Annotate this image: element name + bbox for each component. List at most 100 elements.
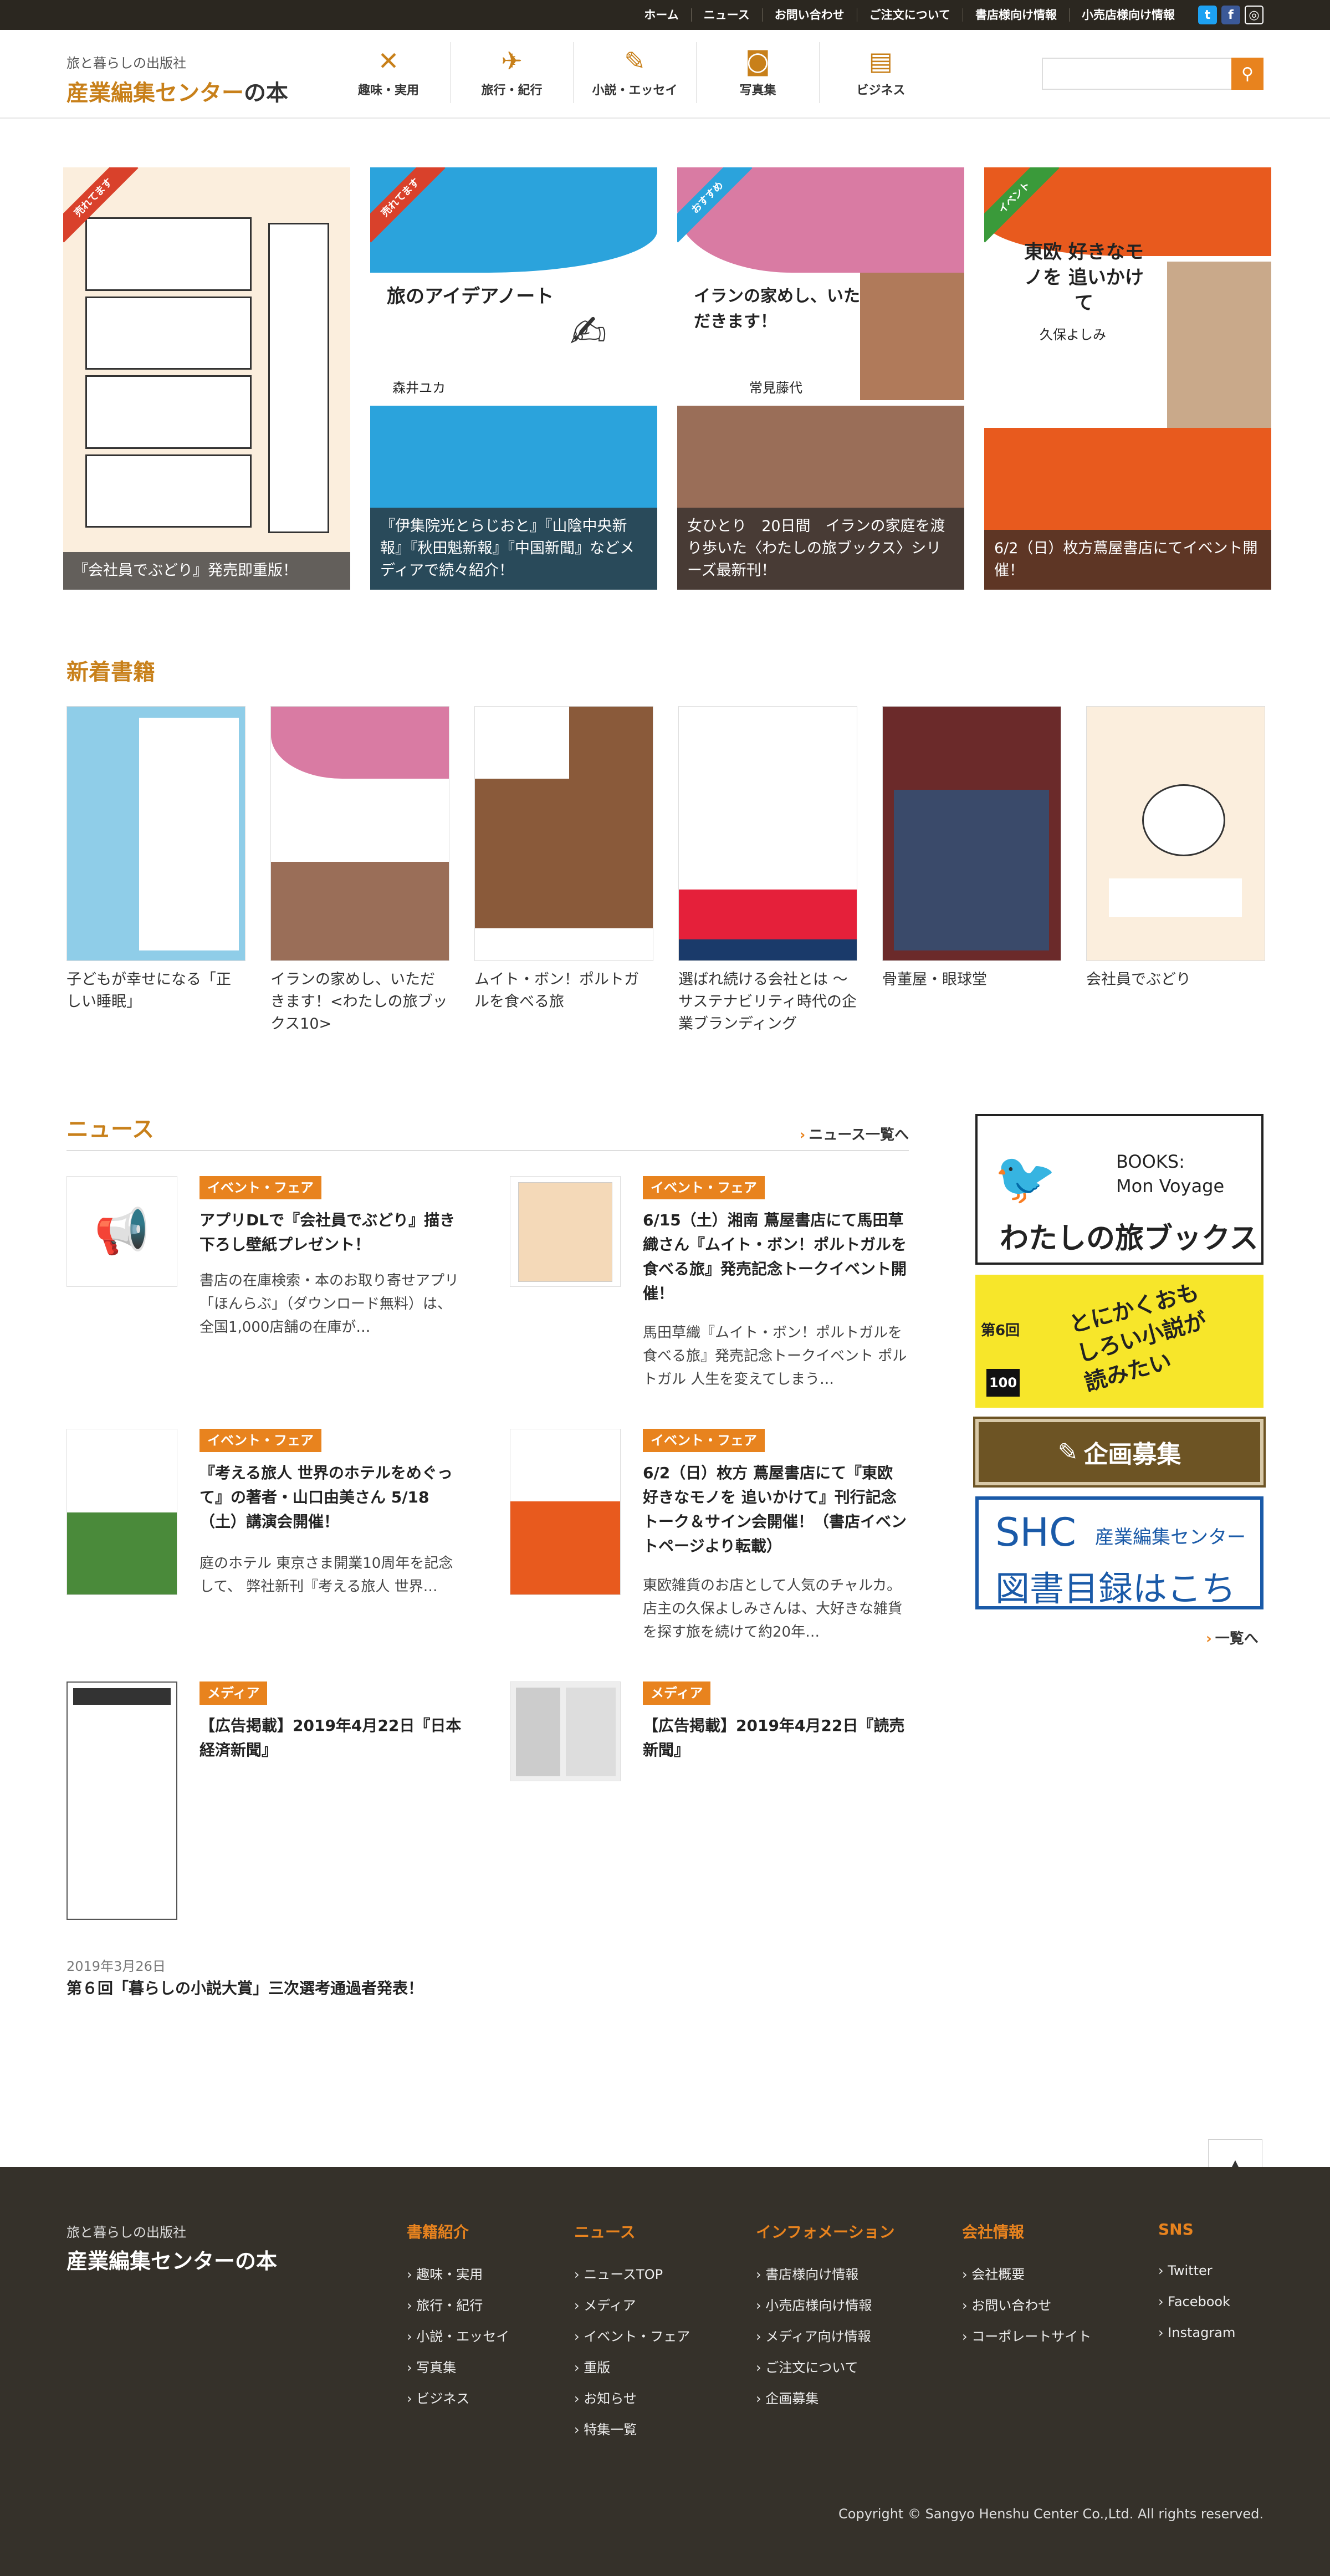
search-button[interactable]: ⚲ (1231, 58, 1264, 90)
search-icon: ⚲ (1241, 64, 1254, 83)
footer-link[interactable]: › メディア (574, 2290, 690, 2321)
news-item[interactable]: イベント・フェア 6/2（日）枚方 蔦屋書店にて『東欧 好きなモノを 追いかけて… (510, 1429, 909, 1640)
cover-author: 常見藤代 (749, 380, 802, 396)
footer-link[interactable]: › ご注文について (756, 2352, 895, 2383)
hero-slide[interactable]: 売れてます 旅のアイデアノート ✍ 森井ユカ 『伊集院光とらじおと』『山陰中央新… (370, 167, 657, 590)
news-thumbnail (510, 1681, 621, 1781)
book-card[interactable]: 骨董屋・眼球堂 (882, 706, 1061, 1035)
hero-slide[interactable]: 売れてます 『会社員でぶどり』発売即重版！ (63, 167, 350, 590)
news-item[interactable]: イベント・フェア 6/15（土）湘南 蔦屋書店にて馬田草織さん『ムイト・ボン！ポ… (510, 1176, 909, 1388)
footer-link[interactable]: › 企画募集 (756, 2383, 895, 2414)
book-card[interactable]: ムイト・ボン！ポルトガルを食べる旅 (474, 706, 653, 1035)
book-card[interactable]: イランの家めし、いただきます！<わたしの旅ブックス10> (270, 706, 449, 1035)
cover-title: イランの家めし、いただきます！ (694, 287, 860, 331)
hero-slide[interactable]: イベント 東欧 好きなモノを 追いかけて 久保よしみ 6/2（日）枚方蔦屋書店に… (984, 167, 1271, 590)
footer-link[interactable]: › お知らせ (574, 2383, 690, 2414)
footer-link[interactable]: › 重版 (574, 2352, 690, 2383)
site-footer: 旅と暮らしの出版社 産業編集センターの本 書籍紹介 › 趣味・実用 › 旅行・紀… (0, 2167, 1330, 2576)
news-item[interactable]: イベント・フェア 『考える旅人 世界のホテルをめぐって』の著者・山口由美さん 5… (66, 1429, 466, 1606)
banner-proposal[interactable]: ✎ 企画募集 (973, 1417, 1266, 1488)
footer-link[interactable]: › 小売店様向け情報 (756, 2290, 895, 2321)
site-logo[interactable]: 旅と暮らしの出版社 産業編集センターの本 (66, 52, 288, 107)
news-category-tag: メディア (643, 1681, 711, 1705)
footer-link[interactable]: › ビジネス (407, 2383, 509, 2414)
topbar-link-home[interactable]: ホーム (632, 8, 690, 22)
chevron-right-icon: › (1206, 1631, 1212, 1647)
twitter-icon[interactable]: t (1198, 6, 1217, 24)
footer-link[interactable]: › お問い合わせ (962, 2290, 1091, 2321)
brand-tagline: 旅と暮らしの出版社 (66, 55, 186, 71)
book-cover (882, 706, 1061, 961)
slide-caption: 『伊集院光とらじおと』『山陰中央新報』『秋田魁新報』『中国新聞』などメディアで続… (370, 508, 657, 590)
topbar-link-contact[interactable]: お問い合わせ (761, 8, 857, 22)
thumbnail-newspaper (516, 1688, 560, 1776)
footer-link[interactable]: › メディア向け情報 (756, 2321, 895, 2352)
prize-badge: 100 (986, 1369, 1020, 1397)
instagram-icon[interactable]: ◎ (1245, 6, 1264, 24)
topbar-link-news[interactable]: ニュース (690, 8, 762, 22)
footer-link-facebook[interactable]: › Facebook (1158, 2286, 1235, 2317)
footer-link[interactable]: › 写真集 (407, 2352, 509, 2383)
prize-edition: 第6回 (981, 1322, 1020, 1339)
banner-proposal-text: 企画募集 (1083, 1440, 1181, 1469)
airplane-icon: ✈ (501, 46, 523, 76)
facebook-icon[interactable]: f (1221, 6, 1240, 24)
footer-column-books: 書籍紹介 › 趣味・実用 › 旅行・紀行 › 小説・エッセイ › 写真集 › ビ… (407, 2220, 509, 2414)
footer-link[interactable]: › 小説・エッセイ (407, 2321, 509, 2352)
banner-mon-voyage[interactable]: 🐦 BOOKS: Mon Voyage わたしの旅ブックス (975, 1114, 1264, 1265)
footer-link[interactable]: › 書店様向け情報 (756, 2259, 895, 2290)
footer-link-twitter[interactable]: › Twitter (1158, 2255, 1235, 2286)
book-cover (1086, 706, 1265, 961)
news-thumbnail (66, 1681, 177, 1920)
cover-text-panel (1109, 878, 1242, 917)
hero-slide[interactable]: おすすめ イランの家めし、いただきます！ 常見藤代 女ひとり 20日間 イランの… (677, 167, 964, 590)
footer-link[interactable]: › コーポレートサイト (962, 2321, 1091, 2352)
topbar-link-bookstore[interactable]: 書店様向け情報 (963, 8, 1069, 22)
book-card[interactable]: 子どもが幸せになる「正しい睡眠」 (66, 706, 245, 1035)
cover-title: 東欧 好きなモノを 追いかけて (1024, 241, 1144, 314)
news-category-tag: イベント・フェア (643, 1429, 765, 1452)
footer-column-heading: ニュース (574, 2223, 636, 2241)
sidebar-more-link[interactable]: › 一覧へ (1206, 1627, 1259, 1648)
footer-link[interactable]: › 会社概要 (962, 2259, 1091, 2290)
news-text-link[interactable]: 第６回「暮らしの小説大賞」三次選考通過者発表！ (66, 1976, 423, 1999)
search-input[interactable] (1042, 58, 1231, 90)
nav-item-photo[interactable]: ◙ 写真集 (696, 42, 819, 103)
nav-item-travel[interactable]: ✈ 旅行・紀行 (450, 42, 573, 103)
topbar-link-order[interactable]: ご注文について (856, 8, 963, 22)
footer-logo[interactable]: 旅と暮らしの出版社 産業編集センターの本 (66, 2221, 277, 2275)
cover-illustration (894, 790, 1049, 950)
nav-item-hobby[interactable]: ✕ 趣味・実用 (327, 42, 450, 103)
footer-column-sns: SNS › Twitter › Facebook › Instagram (1158, 2220, 1235, 2348)
banner-catalog[interactable]: SHC 産業編集センター 図書目録はこちら (975, 1496, 1264, 1609)
news-item[interactable]: 📢 イベント・フェア アプリDLで『会社員でぶどり』描き下ろし壁紙プレゼント！ … (66, 1176, 466, 1353)
news-thumbnail (66, 1429, 177, 1595)
news-title: 【広告掲載】2019年4月22日『日本経済新聞』 (200, 1716, 462, 1759)
cover-footer-panel (475, 928, 653, 960)
banner-novel-prize[interactable]: 第6回 とにかくおもしろい小説が読みたい 100 (975, 1275, 1264, 1408)
cover-navy-band (679, 939, 857, 960)
book-card[interactable]: 選ばれ続ける会社とは 〜サステナビリティ時代の企業ブランディング (678, 706, 857, 1035)
footer-link[interactable]: › イベント・フェア (574, 2321, 690, 2352)
footer-link-instagram[interactable]: › Instagram (1158, 2317, 1235, 2348)
footer-link[interactable]: › 特集一覧 (574, 2414, 690, 2445)
book-card[interactable]: 会社員でぶどり (1086, 706, 1265, 1035)
nav-item-novel[interactable]: ✎ 小説・エッセイ (573, 42, 696, 103)
manga-cover-art-side (268, 223, 329, 533)
cover-title: 旅のアイデアノート (387, 285, 554, 308)
pencil-icon: ✎ (1057, 1438, 1078, 1466)
footer-link[interactable]: › 旅行・紀行 (407, 2290, 509, 2321)
news-item[interactable]: メディア 【広告掲載】2019年4月22日『日本経済新聞』 (66, 1681, 466, 1925)
thumbnail-newspaper (566, 1688, 616, 1776)
nav-item-business[interactable]: ▤ ビジネス (819, 42, 942, 103)
notebook-icon: ▤ (868, 46, 893, 76)
footer-column-company: 会社情報 › 会社概要 › お問い合わせ › コーポレートサイト (962, 2220, 1091, 2352)
cover-photo-small (860, 273, 964, 400)
news-item[interactable]: メディア 【広告掲載】2019年4月22日『読売新聞』 (510, 1681, 909, 1792)
banner-small-text: BOOKS: Mon Voyage (1116, 1151, 1225, 1197)
footer-link[interactable]: › 趣味・実用 (407, 2259, 509, 2290)
news-title: 6/2（日）枚方 蔦屋書店にて『東欧 好きなモノを 追いかけて』刊行記念トーク＆… (643, 1464, 907, 1555)
topbar-link-retail[interactable]: 小売店様向け情報 (1069, 8, 1187, 22)
footer-link[interactable]: › ニュースTOP (574, 2259, 690, 2290)
news-more-link[interactable]: › ニュース一覧へ (800, 1123, 909, 1144)
